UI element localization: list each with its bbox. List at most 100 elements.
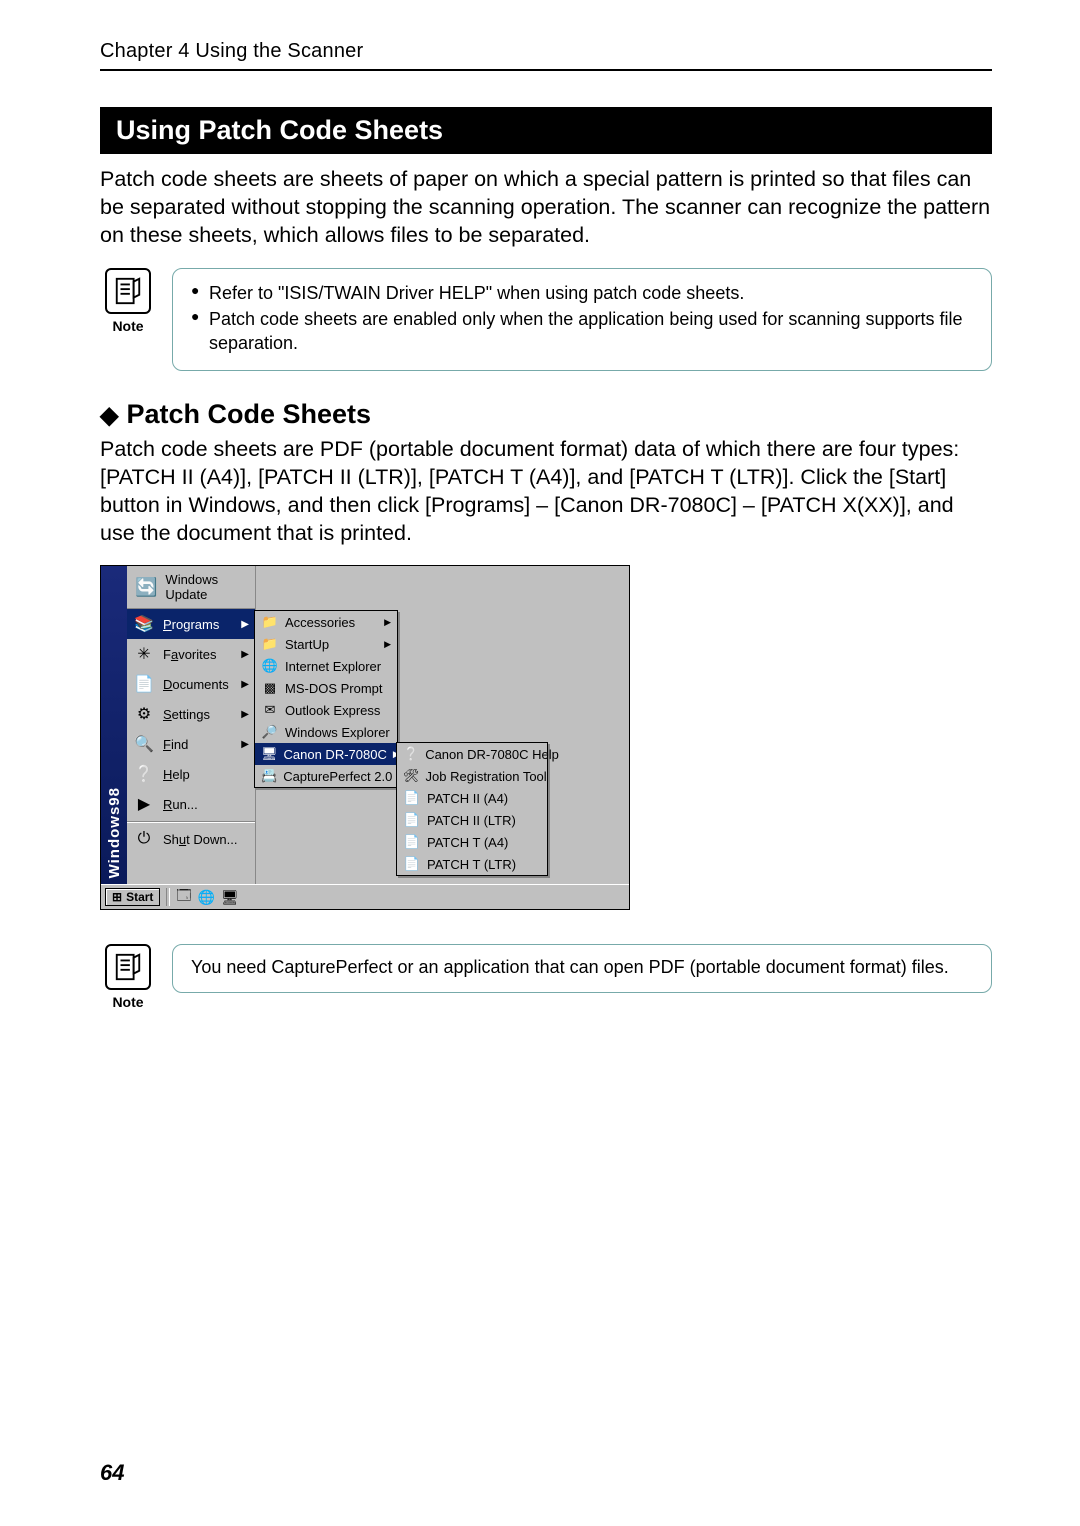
note-block-2: Note You need CapturePerfect or an appli… bbox=[100, 944, 992, 1010]
programs-item-canondr7080c[interactable]: 🖥Canon DR-7080C▶ bbox=[255, 743, 397, 765]
canon-item-label: PATCH T (LTR) bbox=[427, 857, 541, 872]
start-item-favorites[interactable]: ✳ Favorites ▶ bbox=[127, 639, 255, 669]
program-icon: ▩ bbox=[261, 679, 279, 697]
sidebar-text: Windows98 bbox=[106, 781, 123, 884]
program-icon: ✉ bbox=[261, 701, 279, 719]
canon-item-jobregistrationtool[interactable]: 🛠 Job Registration Tool bbox=[397, 765, 547, 787]
start-item-label: Help bbox=[163, 767, 249, 782]
canon-item-label: Canon DR-7080C Help bbox=[425, 747, 559, 762]
note1-item: Patch code sheets are enabled only when … bbox=[191, 307, 973, 356]
programs-item-internetexplorer[interactable]: 🌐 Internet Explorer bbox=[255, 655, 397, 677]
note2-text: You need CapturePerfect or an applicatio… bbox=[172, 944, 992, 992]
programs-item-windowsexplorer[interactable]: 🔎 Windows Explorer bbox=[255, 721, 397, 743]
shutdown-icon: ⏻ bbox=[133, 828, 155, 850]
programs-item-label: Outlook Express bbox=[285, 703, 391, 718]
program-icon: 🌐 bbox=[261, 657, 279, 675]
programs-submenu: 📁Accessories▶📁StartUp▶🌐Internet Explorer… bbox=[254, 610, 398, 788]
submenu-arrow-icon: ▶ bbox=[241, 709, 249, 720]
canon-item-patchta4[interactable]: 📄 PATCH T (A4) bbox=[397, 831, 547, 853]
sub-paragraph: Patch code sheets are PDF (portable docu… bbox=[100, 436, 992, 548]
canon-item-icon: 📄 bbox=[403, 833, 421, 851]
tray-icon[interactable]: 🖥 bbox=[221, 889, 239, 906]
programs-item-outlookexpress[interactable]: ✉ Outlook Express bbox=[255, 699, 397, 721]
programs-item-label: Canon DR-7080C bbox=[284, 747, 387, 762]
start-item-find[interactable]: 🔍 Find ▶ bbox=[127, 729, 255, 759]
programs-item-label: CapturePerfect 2.0 bbox=[283, 769, 392, 784]
start-item-label: Find bbox=[163, 737, 233, 752]
canon-item-icon: 📄 bbox=[403, 811, 421, 829]
canon-submenu: ❔Canon DR-7080C Help 🛠 Job Registration To… bbox=[396, 742, 548, 876]
note-label: Note bbox=[112, 318, 143, 334]
canon-item-icon: 📄 bbox=[403, 855, 421, 873]
start-item-settings[interactable]: ⚙ Settings ▶ bbox=[127, 699, 255, 729]
submenu-arrow-icon: ▶ bbox=[241, 739, 249, 750]
programs-item-msdosprompt[interactable]: ▩ MS-DOS Prompt bbox=[255, 677, 397, 699]
programs-item-label: Windows Explorer bbox=[285, 725, 391, 740]
programs-item-label: Accessories bbox=[285, 615, 378, 630]
canon-item-patchtltr[interactable]: 📄 PATCH T (LTR) bbox=[397, 853, 547, 875]
windows-update-icon: 🔄 bbox=[135, 577, 157, 598]
programs-item-startup[interactable]: 📁 StartUp ▶ bbox=[255, 633, 397, 655]
tray-icon[interactable]: 🗔 bbox=[176, 885, 191, 909]
find-icon: 🔍 bbox=[133, 733, 155, 755]
start-button[interactable]: ⊞ Start bbox=[105, 888, 160, 906]
programs-item-label: StartUp bbox=[285, 637, 378, 652]
start-item-help[interactable]: ❔ Help bbox=[127, 759, 255, 789]
start-item-shutdown[interactable]: ⏻ Shut Down... bbox=[127, 824, 255, 854]
programs-item-captureperfect20[interactable]: 📇 CapturePerfect 2.0 bbox=[255, 765, 397, 787]
taskbar: ⊞ Start 🗔 🌐 🖥 bbox=[101, 884, 629, 909]
start-item-documents[interactable]: 📄 Documents ▶ bbox=[127, 669, 255, 699]
intro-paragraph: Patch code sheets are sheets of paper on… bbox=[100, 166, 992, 250]
program-icon: 📁 bbox=[261, 635, 279, 653]
windows-sidebar: Windows98 bbox=[101, 566, 127, 884]
canon-item-icon: ❔ bbox=[403, 745, 419, 763]
canon-item-icon: 🛠 bbox=[403, 767, 420, 785]
windows-update-item[interactable]: 🔄 Windows Update bbox=[127, 566, 255, 609]
programs-item-accessories[interactable]: 📁Accessories▶ bbox=[255, 611, 397, 633]
program-icon: 📁 bbox=[261, 613, 279, 631]
settings-icon: ⚙ bbox=[133, 703, 155, 725]
help-icon: ❔ bbox=[133, 763, 155, 785]
start-button-label: Start bbox=[126, 890, 153, 904]
subheading-text: Patch Code Sheets bbox=[126, 399, 371, 429]
note1-item: Refer to "ISIS/TWAIN Driver HELP" when u… bbox=[191, 281, 973, 305]
programs-item-label: MS-DOS Prompt bbox=[285, 681, 391, 696]
page-number: 64 bbox=[100, 1460, 124, 1486]
canon-item-canondr7080chelp[interactable]: ❔Canon DR-7080C Help bbox=[397, 743, 547, 765]
programs-item-label: Internet Explorer bbox=[285, 659, 391, 674]
run-icon: ▶ bbox=[133, 793, 155, 815]
canon-item-patchiiltr[interactable]: 📄 PATCH II (LTR) bbox=[397, 809, 547, 831]
start-item-run[interactable]: ▶ Run... bbox=[127, 789, 255, 819]
documents-icon: 📄 bbox=[133, 673, 155, 695]
program-icon: 🔎 bbox=[261, 723, 279, 741]
canon-item-label: PATCH T (A4) bbox=[427, 835, 541, 850]
program-icon: 📇 bbox=[261, 767, 277, 785]
canon-item-label: PATCH II (LTR) bbox=[427, 813, 541, 828]
start-item-label: Run... bbox=[163, 797, 249, 812]
note-icon bbox=[105, 268, 151, 314]
chapter-header: Chapter 4 Using the Scanner bbox=[100, 40, 992, 71]
start-item-label: Programs bbox=[163, 617, 233, 632]
note-icon bbox=[105, 944, 151, 990]
submenu-arrow-icon: ▶ bbox=[384, 639, 391, 650]
shutdown-label: Shut Down... bbox=[163, 832, 249, 847]
canon-item-icon: 📄 bbox=[403, 789, 421, 807]
windows-logo-icon: ⊞ bbox=[112, 890, 122, 904]
submenu-arrow-icon: ▶ bbox=[241, 679, 249, 690]
favorites-icon: ✳ bbox=[133, 643, 155, 665]
submenu-arrow-icon: ▶ bbox=[241, 649, 249, 660]
start-item-label: Settings bbox=[163, 707, 233, 722]
windows-update-label: Windows Update bbox=[165, 572, 247, 602]
tray-icon[interactable]: 🌐 bbox=[198, 889, 215, 906]
canon-item-label: PATCH II (A4) bbox=[427, 791, 541, 806]
start-item-label: Favorites bbox=[163, 647, 233, 662]
submenu-arrow-icon: ▶ bbox=[241, 619, 249, 630]
windows-start-menu-screenshot: Windows98 🔄 Windows Update 📚Programs▶✳Fa… bbox=[100, 565, 630, 910]
canon-item-label: Job Registration Tool bbox=[426, 769, 547, 784]
start-item-programs[interactable]: 📚Programs▶ bbox=[127, 609, 255, 639]
note-label: Note bbox=[112, 994, 143, 1010]
note-block-1: Note Refer to "ISIS/TWAIN Driver HELP" w… bbox=[100, 268, 992, 371]
subheading: ◆Patch Code Sheets bbox=[100, 399, 992, 430]
start-item-label: Documents bbox=[163, 677, 233, 692]
canon-item-patchiia4[interactable]: 📄 PATCH II (A4) bbox=[397, 787, 547, 809]
